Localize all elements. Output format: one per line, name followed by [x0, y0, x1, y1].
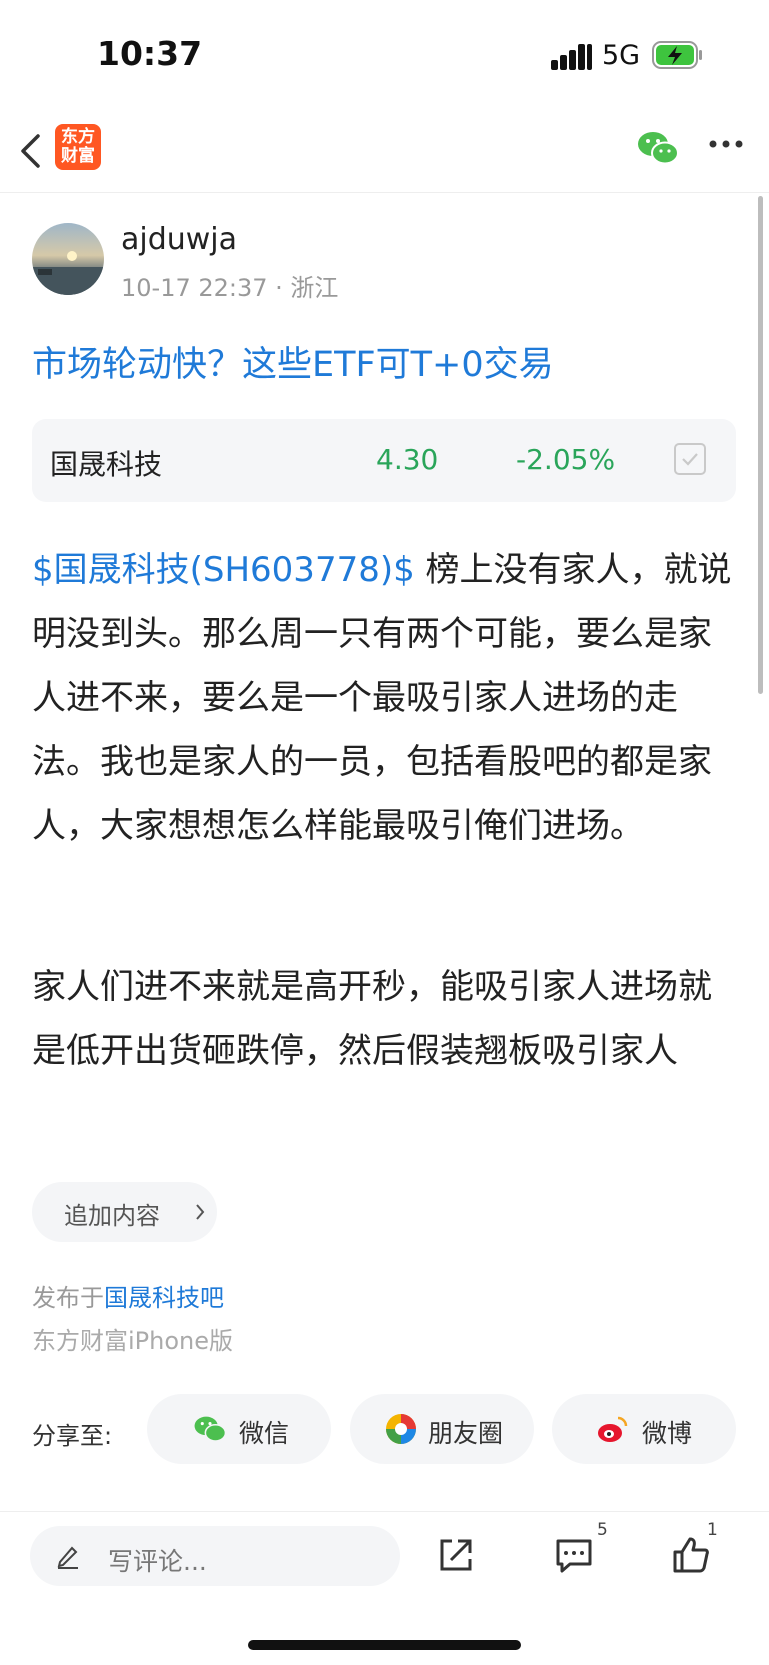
- paragraph-1-text: 榜上没有家人，就说明没到头。那么周一只有两个可能，要么是家人进不来，要么是一个最…: [32, 550, 732, 846]
- stock-change: -2.05%: [516, 443, 616, 476]
- moments-icon: [386, 1414, 416, 1444]
- logo-text-line2: 财富: [61, 146, 95, 166]
- author-name[interactable]: ajduwja: [121, 222, 237, 257]
- nav-bar: 东方 财富: [0, 110, 769, 193]
- add-watchlist-checkbox[interactable]: [674, 443, 706, 475]
- avatar-image: [32, 251, 104, 295]
- signal-icon: [551, 44, 593, 70]
- share-weibo-button[interactable]: 微博: [552, 1394, 736, 1464]
- published-prefix: 发布于: [32, 1284, 104, 1312]
- pencil-icon: [57, 1546, 78, 1569]
- client-info: 东方财富iPhone版: [32, 1327, 234, 1355]
- status-time: 10:37: [97, 34, 203, 73]
- check-icon: [682, 453, 698, 466]
- stock-tag-link[interactable]: $国晟科技(SH603778)$: [32, 550, 415, 590]
- append-content-label: 追加内容: [64, 1202, 160, 1230]
- share-out-icon[interactable]: [436, 1535, 476, 1575]
- home-indicator: [248, 1640, 521, 1650]
- wechat-icon[interactable]: [636, 128, 680, 168]
- post-paragraph-2: 家人们进不来就是高开秒，能吸引家人进场就是低开出货砸跌停，然后假装翘板吸引家人: [32, 967, 712, 1071]
- battery-charging-icon: [652, 41, 702, 69]
- eastmoney-logo[interactable]: 东方 财富: [55, 124, 101, 170]
- stock-price: 4.30: [376, 443, 439, 476]
- stock-name: 国晟科技: [50, 448, 163, 481]
- comment-placeholder: 写评论...: [108, 1547, 207, 1576]
- status-bar: 10:37 5G: [0, 0, 769, 110]
- share-moments-label: 朋友圈: [428, 1419, 504, 1448]
- post-meta: 10-17 22:37 · 浙江: [121, 274, 339, 302]
- more-icon[interactable]: [708, 138, 744, 150]
- comment-count-badge: 5: [597, 1520, 608, 1540]
- comment-input[interactable]: 写评论...: [30, 1526, 400, 1586]
- scrollbar[interactable]: [758, 196, 763, 694]
- share-label: 分享至:: [32, 1422, 113, 1450]
- weibo-icon: [598, 1416, 628, 1442]
- share-wechat-button[interactable]: 微信: [147, 1394, 331, 1464]
- wechat-icon: [194, 1416, 227, 1442]
- avatar[interactable]: [32, 223, 104, 295]
- like-count-badge: 1: [707, 1520, 718, 1540]
- post-title[interactable]: 市场轮动快？这些ETF可T+0交易: [32, 336, 554, 387]
- network-type: 5G: [602, 40, 641, 71]
- chevron-right-icon: [196, 1204, 205, 1220]
- bottom-divider: [0, 1511, 769, 1512]
- back-icon[interactable]: [16, 130, 44, 172]
- post-paragraph-1: $国晟科技(SH603778)$ 榜上没有家人，就说明没到头。那么周一只有两个可…: [32, 538, 738, 858]
- thumbs-up-icon[interactable]: [671, 1535, 711, 1575]
- logo-text-line1: 东方: [61, 127, 95, 147]
- published-in: 发布于国晟科技吧: [32, 1278, 224, 1313]
- share-moments-button[interactable]: 朋友圈: [350, 1394, 534, 1464]
- comment-icon[interactable]: [554, 1535, 594, 1575]
- forum-link[interactable]: 国晟科技吧: [104, 1284, 224, 1312]
- share-weibo-label: 微博: [642, 1419, 693, 1448]
- append-content-button[interactable]: 追加内容: [32, 1182, 217, 1242]
- share-wechat-label: 微信: [239, 1419, 290, 1448]
- stock-quote-card[interactable]: 国晟科技 4.30 -2.05%: [32, 419, 736, 502]
